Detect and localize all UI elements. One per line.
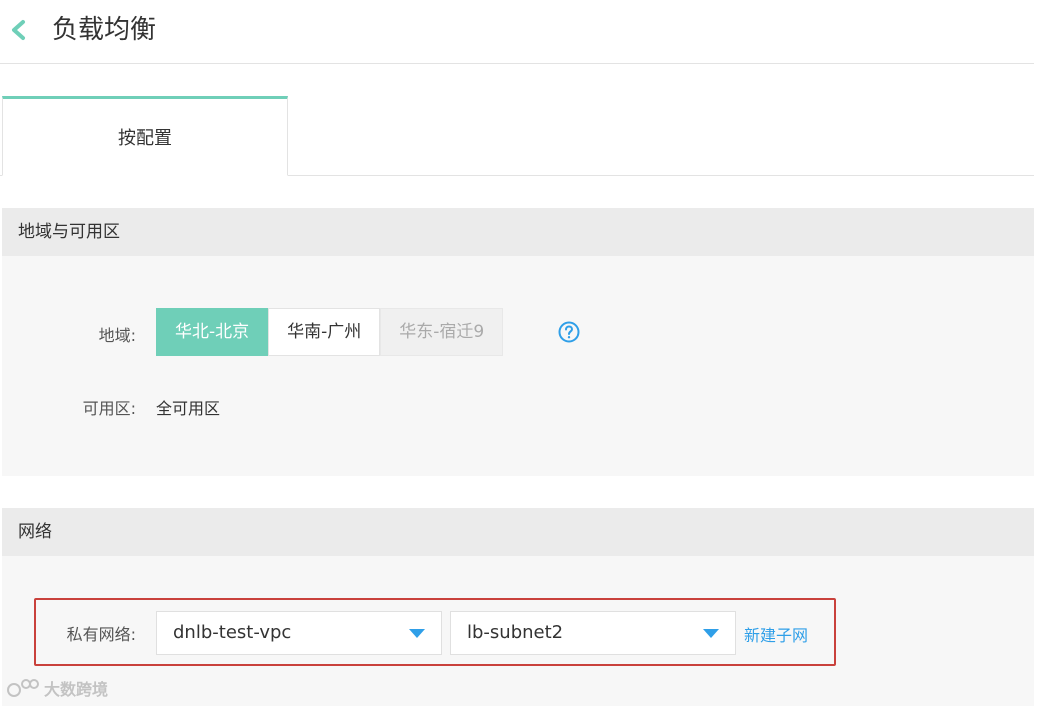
- page-header: 负载均衡: [0, 0, 1034, 64]
- watermark: 大数跨境: [6, 676, 108, 700]
- region-label: 地域:: [98, 326, 136, 345]
- subnet-select-value: lb-subnet2: [467, 622, 564, 643]
- page-title: 负载均衡: [52, 15, 157, 45]
- question-circle-icon[interactable]: [558, 321, 580, 343]
- tab-bar: 按配置: [0, 96, 1034, 176]
- region-section: 地域与可用区 地域: 华北-北京 华南-广州 华东-宿迁9 可用区: 全可用区: [2, 208, 1034, 476]
- zone-label: 可用区:: [82, 399, 136, 418]
- section-title: 地域与可用区: [2, 208, 1034, 256]
- vpc-select[interactable]: dnlb-test-vpc: [156, 611, 442, 655]
- vpc-label: 私有网络:: [66, 625, 136, 644]
- chevron-left-icon[interactable]: [8, 16, 28, 44]
- region-option-south-guangzhou[interactable]: 华南-广州: [268, 308, 381, 356]
- region-option-north-beijing[interactable]: 华北-北京: [156, 308, 269, 356]
- tab-by-config[interactable]: 按配置: [2, 96, 288, 176]
- vpc-select-value: dnlb-test-vpc: [173, 622, 292, 643]
- region-option-east-suqian: 华东-宿迁9: [380, 308, 504, 356]
- zone-value: 全可用区: [156, 399, 221, 418]
- watermark-text: 大数跨境: [44, 680, 109, 699]
- caret-down-icon: [703, 629, 719, 638]
- new-subnet-link[interactable]: 新建子网: [744, 622, 808, 646]
- subnet-select[interactable]: lb-subnet2: [450, 611, 736, 655]
- watermark-logo-icon: [7, 679, 39, 697]
- section-title: 网络: [2, 508, 1034, 556]
- region-selector: 华北-北京 华南-广州 华东-宿迁9: [156, 308, 504, 356]
- caret-down-icon: [409, 629, 425, 638]
